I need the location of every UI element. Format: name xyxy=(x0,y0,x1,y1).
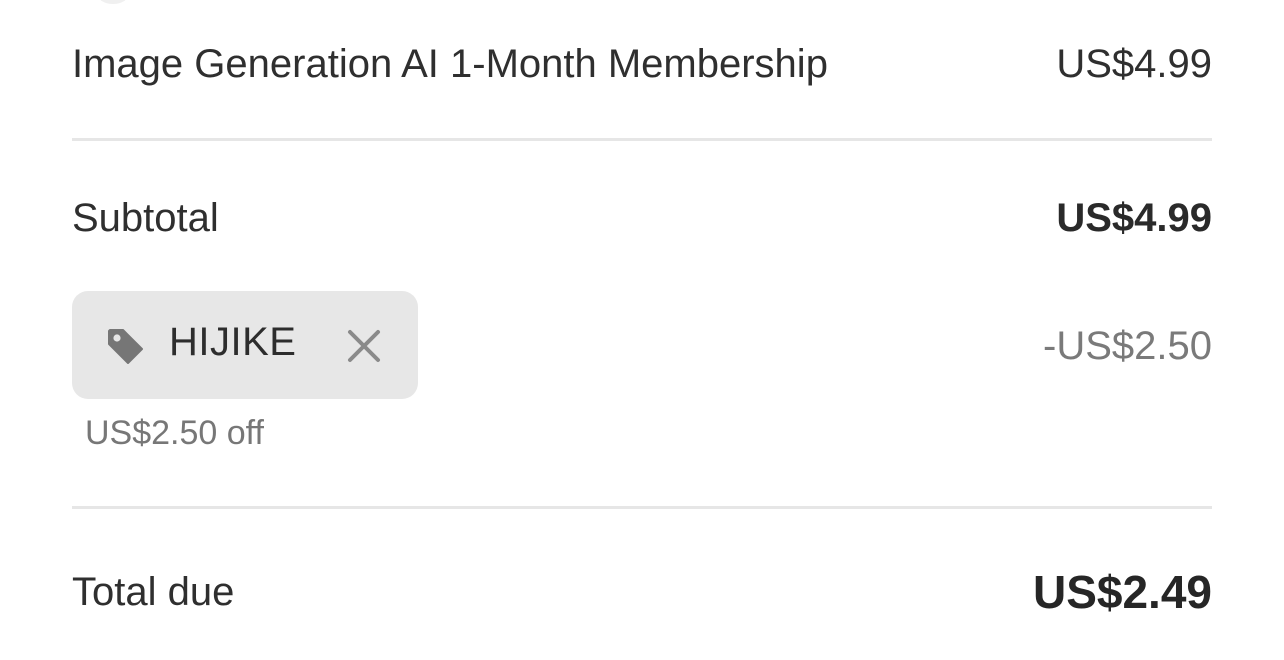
order-summary: Image Generation AI 1-Month Membership U… xyxy=(72,0,1212,660)
divider xyxy=(72,138,1212,141)
total-value: US$2.49 xyxy=(1032,566,1212,618)
subtotal-row: Subtotal US$4.99 xyxy=(72,192,1212,244)
promo-code-chip: HIJIKE xyxy=(72,291,418,399)
subtotal-label: Subtotal xyxy=(72,195,219,240)
product-price: US$4.99 xyxy=(1056,41,1212,86)
product-name: Image Generation AI 1-Month Membership xyxy=(72,41,828,86)
line-item-row: Image Generation AI 1-Month Membership U… xyxy=(72,38,1212,90)
subtotal-value: US$4.99 xyxy=(1056,195,1212,240)
total-row: Total due US$2.49 xyxy=(72,564,1212,620)
divider xyxy=(72,506,1212,509)
promo-code: HIJIKE xyxy=(169,320,297,364)
discount-amount: -US$2.50 xyxy=(1043,324,1212,368)
close-icon[interactable] xyxy=(344,326,384,366)
tag-icon xyxy=(108,329,143,364)
total-label: Total due xyxy=(72,569,235,614)
discount-note: US$2.50 off xyxy=(85,414,264,452)
